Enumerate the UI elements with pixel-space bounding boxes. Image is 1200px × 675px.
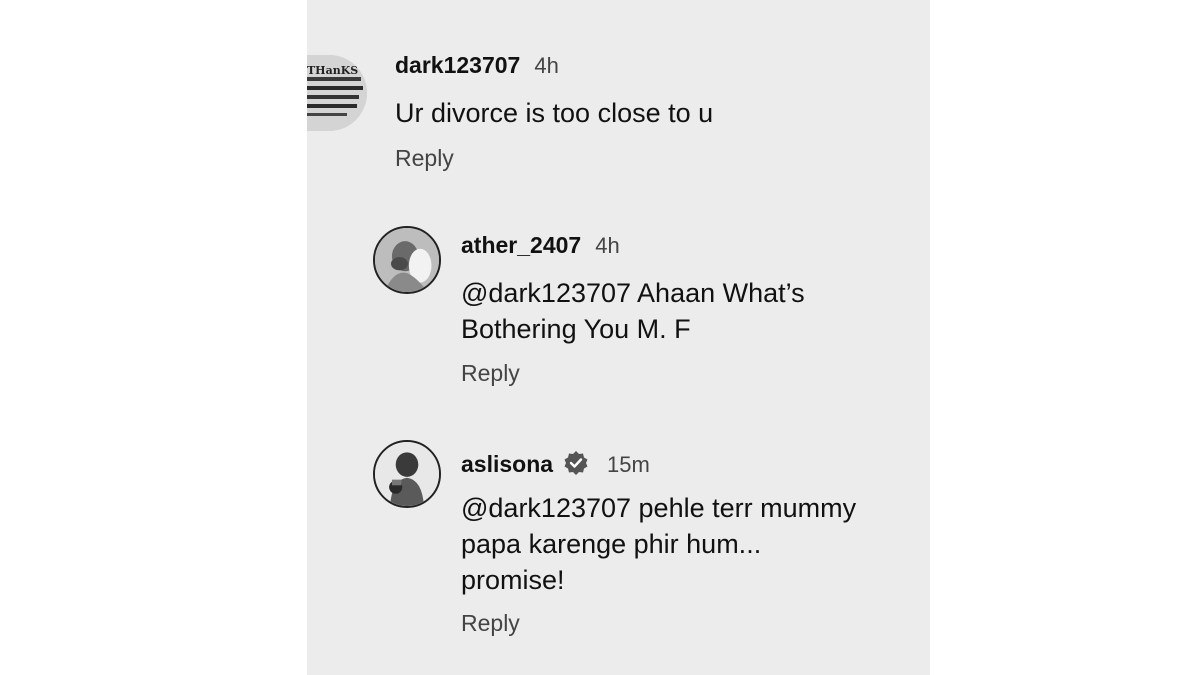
comment-timestamp: 4h: [595, 233, 620, 258]
comment-text-line: @dark123707 Ahaan What’s: [461, 278, 805, 308]
user-photo-icon: [375, 442, 439, 506]
comment-username[interactable]: dark123707: [395, 52, 520, 79]
reply-button[interactable]: Reply: [461, 610, 520, 637]
avatar[interactable]: [373, 440, 441, 508]
comment-username[interactable]: aslisona: [461, 451, 553, 478]
comment-timestamp: 15m: [607, 452, 650, 477]
comment-text: Ur divorce is too close to u: [395, 98, 714, 128]
comment-text-line: @dark123707 pehle terr mummy: [461, 493, 857, 523]
comment-text-line: promise!: [461, 565, 565, 595]
avatar[interactable]: [373, 226, 441, 294]
comments-panel: THanKS dark123707 4h Ur divorce is too c…: [307, 0, 930, 675]
user-photo-icon: [375, 228, 439, 292]
comment-username[interactable]: ather_2407: [461, 232, 581, 259]
avatar[interactable]: THanKS: [307, 55, 367, 131]
verified-badge-icon: [564, 451, 588, 475]
comment-text-line: Bothering You M. F: [461, 314, 691, 344]
comment-timestamp: 4h: [534, 53, 559, 78]
comment-text-line: papa karenge phir hum...: [461, 529, 762, 559]
avatar-caption: THanKS: [307, 64, 359, 77]
reply-button[interactable]: Reply: [461, 360, 520, 387]
reply-button[interactable]: Reply: [395, 145, 454, 172]
